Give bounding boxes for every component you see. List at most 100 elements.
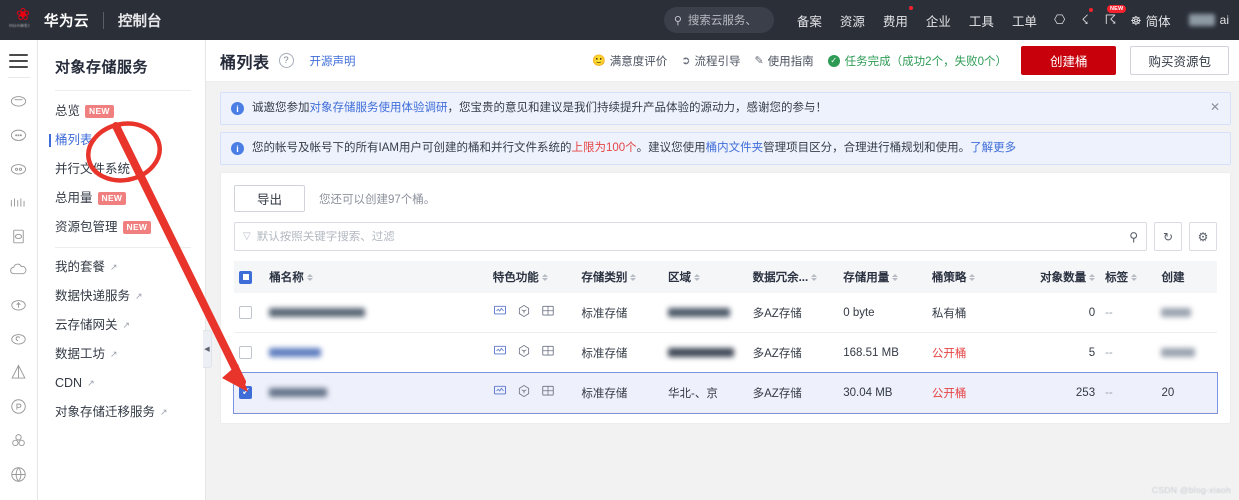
select-all-checkbox[interactable] xyxy=(239,270,252,284)
folder-link[interactable]: 桶内文件夹 xyxy=(706,142,764,154)
table-row[interactable]: 标准存储 多AZ存储 168.51 MB 公开桶 5 -- xyxy=(234,332,1217,373)
cloud-moon-icon[interactable] xyxy=(0,321,38,355)
export-button[interactable]: 导出 xyxy=(234,185,306,212)
cell-bucket-name[interactable] xyxy=(264,332,488,373)
cloud-plain-icon[interactable] xyxy=(0,253,38,287)
cluster-icon[interactable] xyxy=(0,423,38,457)
search-box[interactable]: ▽ ⚲ xyxy=(234,222,1147,251)
menu-item-package-mgmt[interactable]: 资源包管理 NEW xyxy=(38,213,205,242)
col-region[interactable]: 区域 xyxy=(663,261,748,293)
grid-icon xyxy=(542,305,554,316)
row-checkbox[interactable] xyxy=(239,306,252,319)
terminal-icon[interactable]: ⎔ xyxy=(1046,12,1073,28)
header-right: ⚲ 搜索云服务、 备案 资源 费用 企业 工具 工单 ⎔ ☇ ☈ NEW ☸ 简体… xyxy=(663,5,1229,33)
info-icon: i xyxy=(231,142,244,155)
nav-item-beian[interactable]: 备案 xyxy=(788,11,831,30)
nav-item-enterprise[interactable]: 企业 xyxy=(917,11,960,30)
close-icon[interactable]: ✕ xyxy=(1210,100,1220,114)
menu-item-bucket-list[interactable]: 桶列表 xyxy=(38,126,205,155)
menu-item-migration[interactable]: 对象存储迁移服务 ↗ xyxy=(38,398,205,427)
menu-item-storage-gateway[interactable]: 云存储网关 ↗ xyxy=(38,311,205,340)
cloud-sfs-icon[interactable] xyxy=(0,151,38,185)
nav-label: 备案 xyxy=(796,14,822,29)
menu-item-overview[interactable]: 总览 NEW xyxy=(38,97,205,126)
doc-cloud-icon[interactable] xyxy=(0,219,38,253)
question-icon[interactable]: ? xyxy=(278,53,294,68)
nav-item-cost[interactable]: 费用 xyxy=(874,5,917,30)
menu-item-parallel-fs[interactable]: 并行文件系统 xyxy=(38,155,205,184)
refresh-button[interactable]: ↻ xyxy=(1154,222,1182,251)
hamburger-icon[interactable] xyxy=(9,54,28,68)
nav-item-resource[interactable]: 资源 xyxy=(831,11,874,30)
satisfaction-survey-button[interactable]: 🙂 满意度评价 xyxy=(592,53,667,69)
console-label[interactable]: 控制台 xyxy=(118,10,162,31)
p-circle-icon[interactable] xyxy=(0,389,38,423)
col-object-count[interactable]: 对象数量 xyxy=(1013,261,1101,293)
global-search[interactable]: ⚲ 搜索云服务、 xyxy=(663,7,774,33)
page-header-actions: 🙂 满意度评价 ➲ 流程引导 ✎ 使用指南 ✓ 任务完成（成功2个，失败0个） … xyxy=(592,46,1229,75)
menu-item-data-express[interactable]: 数据快递服务 ↗ xyxy=(38,282,205,311)
wave-icon[interactable] xyxy=(0,185,38,219)
cell-bucket-name[interactable] xyxy=(264,293,488,333)
menu-item-label: 桶列表 xyxy=(55,133,93,147)
cloud-obs-icon[interactable] xyxy=(0,83,38,117)
col-label: 桶名称 xyxy=(269,272,304,284)
feature-icons xyxy=(493,344,555,358)
pyramid-icon[interactable] xyxy=(0,355,38,389)
quota-post: 管理项目区分，合理进行桶规划和使用。 xyxy=(763,142,971,154)
search-input[interactable] xyxy=(256,230,1130,243)
col-redundancy[interactable]: 数据冗余... xyxy=(747,261,839,293)
table-row[interactable]: 标准存储 多AZ存储 0 byte 私有桶 0 -- xyxy=(234,293,1217,333)
flow-guide-button[interactable]: ➲ 流程引导 xyxy=(681,53,740,69)
survey-link[interactable]: 对象存储服务使用体验调研 xyxy=(310,102,448,114)
quota-banner: i 您的帐号及帐号下的所有IAM用户可创建的桶和并行文件系统的上限为100个。建… xyxy=(220,132,1231,165)
language-switcher[interactable]: ☸ 简体 xyxy=(1124,11,1176,30)
cell-storage-class: 标准存储 xyxy=(576,372,664,413)
create-bucket-button[interactable]: 创建桶 xyxy=(1020,46,1117,75)
col-storage-class[interactable]: 存储类别 xyxy=(576,261,664,293)
gear-icon: ⚙ xyxy=(1197,229,1209,244)
task-status-badge[interactable]: ✓ 任务完成（成功2个，失败0个） xyxy=(827,53,1007,69)
col-bucket-name[interactable]: 桶名称 xyxy=(264,261,488,293)
cell-created xyxy=(1156,293,1217,333)
learn-more-link[interactable]: 了解更多 xyxy=(970,142,1016,154)
cloud-upload-icon[interactable] xyxy=(0,287,38,321)
cloud-dots-icon[interactable] xyxy=(0,117,38,151)
buy-package-button[interactable]: 购买资源包 xyxy=(1130,46,1229,75)
col-created[interactable]: 创建 xyxy=(1156,261,1217,293)
brand-name[interactable]: 华为云 xyxy=(44,10,89,31)
nav-item-ticket[interactable]: 工单 xyxy=(1003,11,1046,30)
filter-icon[interactable]: ▽ xyxy=(243,231,251,242)
menu-item-total-usage[interactable]: 总用量 NEW xyxy=(38,184,205,213)
nav-item-tools[interactable]: 工具 xyxy=(960,11,1003,30)
satisfaction-label: 满意度评价 xyxy=(609,55,668,68)
row-checkbox[interactable] xyxy=(239,346,252,359)
avatar xyxy=(1188,14,1215,26)
global-header: ❀ HUAWEI 华为云 控制台 ⚲ 搜索云服务、 备案 资源 费用 企业 工具… xyxy=(0,0,1239,40)
menu-item-data-workshop[interactable]: 数据工坊 ↗ xyxy=(38,340,205,369)
cell-bucket-name[interactable] xyxy=(264,372,488,413)
globe-w-icon[interactable] xyxy=(0,457,38,491)
table-row[interactable]: 标准存储 华北-、京 多AZ存储 30.04 MB 公开桶 253 -- 20 xyxy=(233,371,1218,414)
col-features[interactable]: 特色功能 xyxy=(487,261,577,293)
sidebar-collapse-handle[interactable]: ◀ xyxy=(203,330,212,368)
smile-icon: 🙂 xyxy=(592,55,606,67)
col-label: 桶策略 xyxy=(931,272,967,284)
help-icon[interactable]: ☈ NEW xyxy=(1097,5,1127,28)
monitor-icon xyxy=(493,385,506,395)
user-manual-button[interactable]: ✎ 使用指南 xyxy=(754,53,813,69)
menu-item-my-package[interactable]: 我的套餐 ↗ xyxy=(38,253,205,282)
user-account-area[interactable]: ai xyxy=(1188,13,1229,27)
column-settings-button[interactable]: ⚙ xyxy=(1189,222,1217,251)
col-tag[interactable]: 标签 xyxy=(1100,261,1157,293)
huawei-logo[interactable]: ❀ HUAWEI xyxy=(8,6,38,33)
col-usage[interactable]: 存储用量 xyxy=(838,261,927,293)
new-badge: NEW xyxy=(122,221,152,234)
row-checkbox[interactable] xyxy=(239,385,252,399)
menu-item-cdn[interactable]: CDN ↗ xyxy=(38,369,205,398)
created-redacted xyxy=(1161,307,1192,317)
search-icon[interactable]: ⚲ xyxy=(1129,230,1138,244)
col-policy[interactable]: 桶策略 xyxy=(926,261,1014,293)
bell-icon[interactable]: ☇ xyxy=(1073,8,1096,28)
open-source-statement-link[interactable]: 开源声明 xyxy=(310,53,356,69)
